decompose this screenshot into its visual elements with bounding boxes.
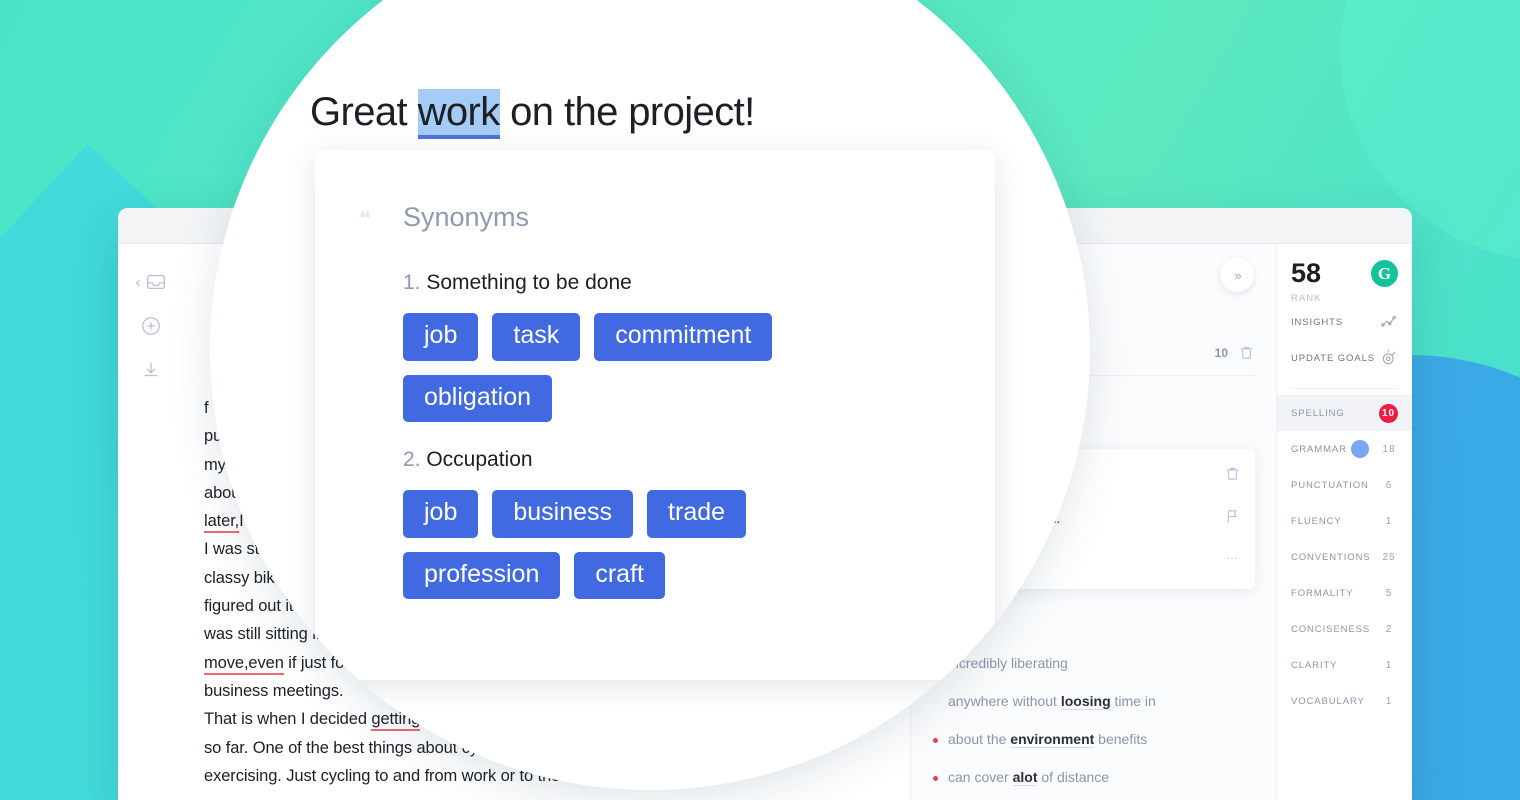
sidebar-item-clarity[interactable]: CLARITY 1 bbox=[1277, 647, 1412, 683]
flag-icon[interactable] bbox=[1224, 508, 1241, 525]
sidebar-item-update-goals[interactable]: UPDATE GOALS bbox=[1277, 340, 1412, 376]
metric-label: SPELLING bbox=[1291, 407, 1345, 419]
magnifier-lens: Great work on the project! ❝ Synonyms 1.… bbox=[210, 0, 1090, 790]
synonym-chip[interactable]: job bbox=[403, 490, 479, 538]
metric-label: CLARITY bbox=[1291, 659, 1338, 671]
synonyms-popup: ❝ Synonyms 1. Something to be done job tas… bbox=[315, 150, 995, 680]
suggestion-card-actions: ⋯ bbox=[1224, 465, 1241, 565]
sidebar-item-insights[interactable]: INSIGHTS bbox=[1277, 304, 1412, 340]
sidebar-item-punctuation[interactable]: PUNCTUATION 6 bbox=[1277, 467, 1412, 503]
synonym-chip[interactable]: obligation bbox=[403, 374, 553, 422]
target-icon bbox=[1382, 349, 1396, 365]
title-before: Great bbox=[310, 90, 418, 134]
sidebar-divider bbox=[1291, 388, 1398, 389]
chart-line-icon bbox=[1381, 315, 1396, 327]
score-rank-label: RANK bbox=[1291, 293, 1322, 304]
metric-label: FLUENCY bbox=[1291, 515, 1342, 527]
sidebar-item-grammar[interactable]: GRAMMAR 18 bbox=[1277, 431, 1412, 467]
sidebar-item-spelling[interactable]: SPELLING 10 bbox=[1277, 395, 1412, 431]
score-value: 58 bbox=[1291, 258, 1322, 288]
synonym-chip-group: job business trade profession craft bbox=[403, 490, 903, 599]
score-sidebar: 58 RANK G INSIGHTS UPDATE GOALS SPELLING… bbox=[1276, 244, 1412, 800]
grammar-dot-indicator bbox=[1351, 440, 1369, 458]
synonym-section-title: 1. Something to be done bbox=[403, 271, 632, 294]
synonym-chip[interactable]: task bbox=[492, 313, 581, 361]
synonym-section-number: 2. bbox=[403, 448, 421, 471]
synonym-chip-group: job task commitment obligation bbox=[403, 313, 903, 422]
synonym-chip[interactable]: commitment bbox=[594, 313, 773, 361]
metric-count: 5 bbox=[1385, 587, 1393, 599]
sidebar-item-conciseness[interactable]: CONCISENESS 2 bbox=[1277, 611, 1412, 647]
title-after: on the project! bbox=[499, 90, 755, 134]
metric-count: 1 bbox=[1385, 659, 1393, 671]
metric-count: 18 bbox=[1382, 443, 1396, 455]
plus-circle-icon bbox=[142, 317, 160, 335]
metric-count: 10 bbox=[1379, 403, 1398, 423]
metric-label: VOCABULARY bbox=[1291, 695, 1365, 707]
synonym-section-number: 1. bbox=[403, 271, 421, 294]
synonym-chip[interactable]: business bbox=[492, 490, 634, 538]
update-goals-label: UPDATE GOALS bbox=[1291, 352, 1376, 364]
sidebar-item-formality[interactable]: FORMALITY 5 bbox=[1277, 575, 1412, 611]
metric-label: GRAMMAR bbox=[1291, 443, 1347, 455]
left-icon-rail: ‹ bbox=[118, 244, 184, 800]
chevron-left-icon[interactable]: ‹ bbox=[136, 275, 141, 290]
metric-label: CONVENTIONS bbox=[1291, 551, 1371, 563]
metric-label: CONCISENESS bbox=[1291, 623, 1371, 635]
download-icon bbox=[144, 362, 158, 377]
more-dots-icon[interactable]: ⋯ bbox=[1226, 551, 1239, 565]
suggestions-count: 10 bbox=[1214, 345, 1228, 360]
metric-count: 6 bbox=[1385, 479, 1393, 491]
synonym-section-title: 2. Occupation bbox=[403, 448, 533, 471]
metric-list: SPELLING 10 GRAMMAR 18 PUNCTUATION 6 FLUENCY 1 C… bbox=[1277, 395, 1412, 719]
metric-count: 1 bbox=[1385, 695, 1393, 707]
synonym-chip[interactable]: job bbox=[403, 313, 479, 361]
trash-icon[interactable] bbox=[1238, 344, 1255, 361]
metric-label: FORMALITY bbox=[1291, 587, 1354, 599]
sidebar-item-inbox[interactable]: ‹ bbox=[118, 260, 184, 304]
inbox-icon bbox=[146, 274, 165, 290]
metric-count: 2 bbox=[1385, 623, 1393, 635]
grammarly-logo-icon: G bbox=[1371, 260, 1398, 287]
synonyms-header: Synonyms bbox=[403, 202, 530, 232]
quote-icon: ❝ bbox=[359, 206, 371, 231]
metric-label: PUNCTUATION bbox=[1291, 479, 1369, 491]
highlighted-word[interactable]: work bbox=[417, 89, 500, 135]
synonym-chip[interactable]: trade bbox=[647, 490, 747, 538]
insights-label: INSIGHTS bbox=[1291, 316, 1344, 328]
synonym-chip[interactable]: craft bbox=[574, 551, 665, 599]
collapse-panel-button[interactable]: » bbox=[1220, 258, 1254, 292]
score-header: 58 RANK G bbox=[1277, 260, 1412, 304]
sidebar-item-fluency[interactable]: FLUENCY 1 bbox=[1277, 503, 1412, 539]
trash-icon[interactable] bbox=[1224, 465, 1241, 482]
screenshot-stage: ‹ fpumy aboutlater,I cI was stuckclassy … bbox=[0, 0, 1520, 800]
metric-count: 25 bbox=[1382, 551, 1396, 563]
sidebar-item-vocabulary[interactable]: VOCABULARY 1 bbox=[1277, 683, 1412, 719]
synonym-chip[interactable]: profession bbox=[403, 551, 561, 599]
document-title-zoomed[interactable]: Great work on the project! bbox=[310, 89, 755, 135]
sidebar-item-conventions[interactable]: CONVENTIONS 25 bbox=[1277, 539, 1412, 575]
metric-count: 1 bbox=[1385, 515, 1393, 527]
sidebar-item-download[interactable] bbox=[118, 348, 184, 392]
sidebar-item-new[interactable] bbox=[118, 304, 184, 348]
chevrons-right-icon: » bbox=[1234, 267, 1241, 283]
